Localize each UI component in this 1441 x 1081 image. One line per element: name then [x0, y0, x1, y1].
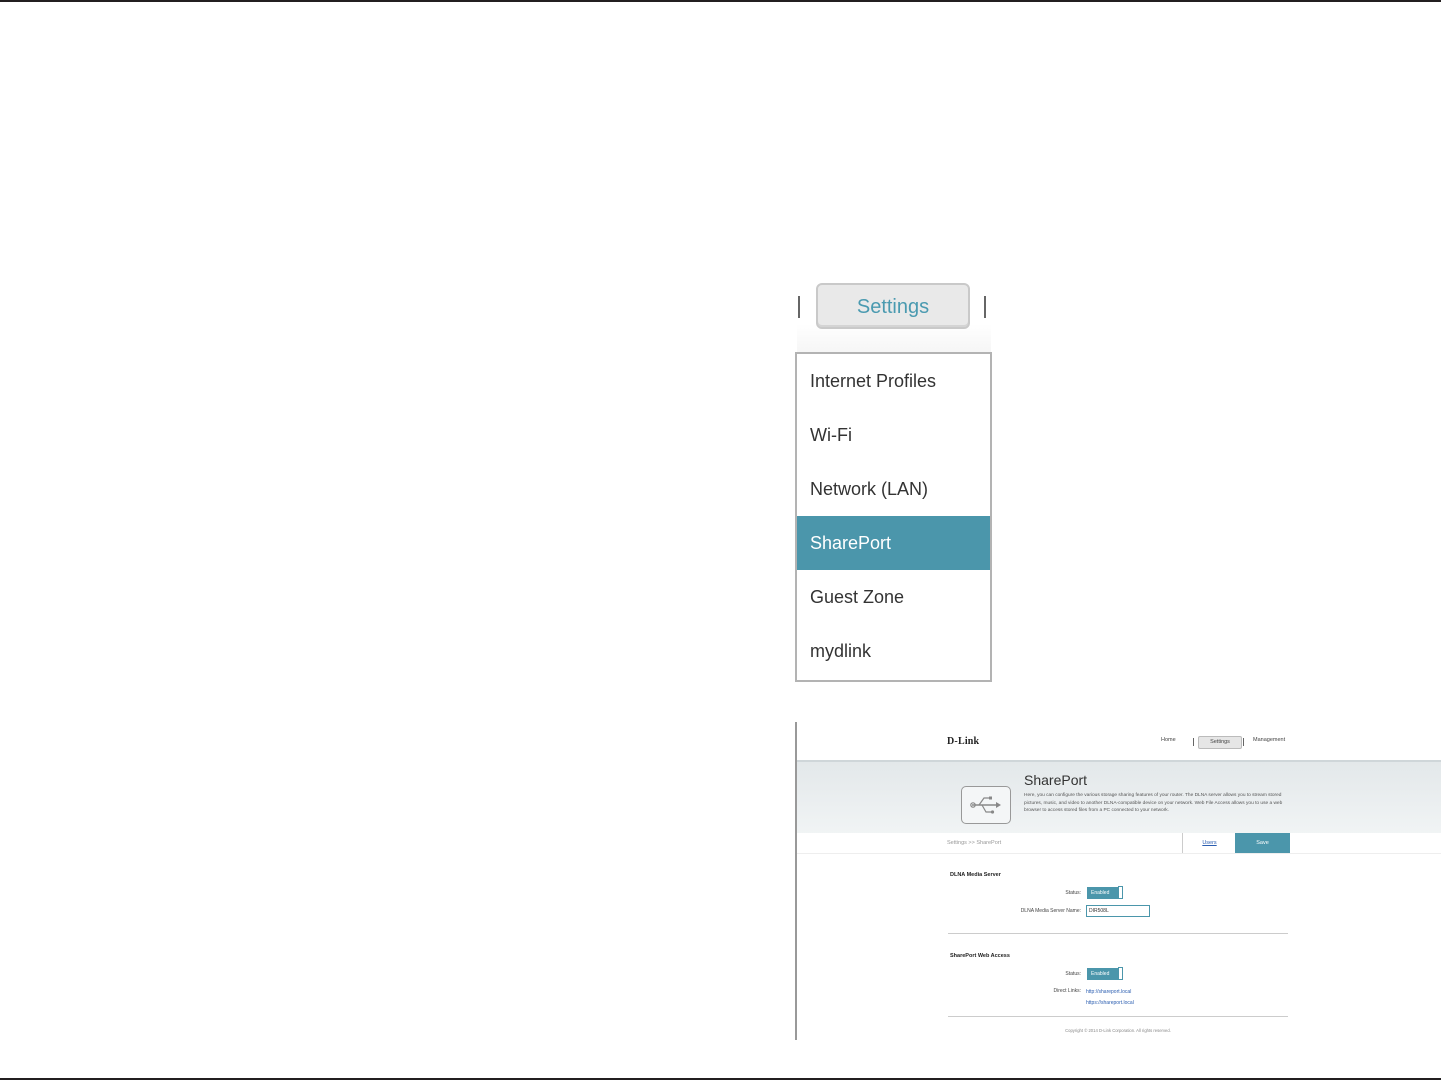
dlna-status-label: Status:: [1065, 890, 1081, 896]
page-title: SharePort: [1024, 772, 1088, 788]
usb-icon: [961, 786, 1011, 824]
dlna-status-toggle[interactable]: Enabled: [1087, 886, 1123, 899]
top-rule: [0, 0, 1441, 2]
menu-item-internet-profiles[interactable]: Internet Profiles: [797, 354, 990, 408]
nav-home[interactable]: Home: [1161, 737, 1176, 743]
settings-dropdown-menu: Internet Profiles Wi-Fi Network (LAN) Sh…: [795, 352, 992, 682]
nav-settings[interactable]: Settings: [1198, 736, 1242, 749]
direct-links-label: Direct Links:: [1053, 988, 1081, 994]
dlink-logo: D-Link: [947, 736, 980, 747]
section-divider: [948, 933, 1288, 934]
menu-item-mydlink[interactable]: mydlink: [797, 624, 990, 678]
footer-divider: [948, 1016, 1288, 1017]
menu-item-guest-zone[interactable]: Guest Zone: [797, 570, 990, 624]
copyright-text: Copyright © 2014 D-Link Corporation. All…: [1065, 1028, 1171, 1033]
dlna-name-input[interactable]: DIR508L: [1086, 905, 1150, 917]
save-button[interactable]: Save: [1235, 833, 1290, 853]
web-access-status-label: Status:: [1065, 971, 1081, 977]
tab-settings[interactable]: Settings: [816, 283, 970, 329]
nav-management[interactable]: Management: [1253, 737, 1285, 743]
page-banner: SharePort Here, you can configure the va…: [797, 760, 1441, 835]
menu-item-shareport[interactable]: SharePort: [797, 516, 990, 570]
tab-settings-label: Settings: [856, 296, 930, 318]
http-direct-link[interactable]: http://shareport.local: [1086, 989, 1131, 995]
web-access-section-heading: SharePort Web Access: [950, 953, 1010, 959]
nav-separator: [1193, 738, 1194, 746]
settings-tab-bar: Settings: [797, 282, 991, 352]
menu-item-network-lan[interactable]: Network (LAN): [797, 462, 990, 516]
tab-separator: [798, 296, 800, 318]
menu-item-wifi[interactable]: Wi-Fi: [797, 408, 990, 462]
page-description: Here, you can configure the various stor…: [1024, 793, 1283, 813]
dlna-section-heading: DLNA Media Server: [950, 872, 1001, 878]
users-link[interactable]: Users: [1182, 833, 1236, 853]
bottom-rule: [0, 1078, 1441, 1080]
https-direct-link[interactable]: https://shareport.local: [1086, 1000, 1134, 1006]
tab-separator: [984, 296, 986, 318]
breadcrumb-bar: Settings >> SharePort Users Save: [797, 833, 1441, 854]
shareport-page-screenshot: D-Link Home Settings Management SharePor…: [795, 722, 1441, 1040]
breadcrumb: Settings >> SharePort: [947, 840, 1002, 846]
web-access-status-toggle[interactable]: Enabled: [1087, 967, 1123, 980]
nav-separator: [1243, 738, 1244, 746]
dlna-name-label: DLNA Media Server Name:: [1020, 908, 1081, 914]
